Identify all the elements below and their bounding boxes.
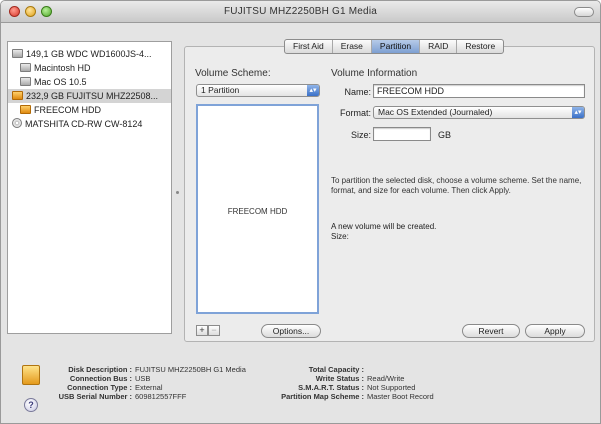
disk-description-value: FUJITSU MHZ2250BH G1 Media — [135, 365, 246, 374]
volume-layout-label: FREECOM HDD — [227, 207, 288, 216]
volume-layout-box[interactable]: FREECOM HDD — [196, 104, 319, 314]
connection-bus-label: Connection Bus : — [69, 374, 132, 383]
external-disk-icon — [22, 365, 40, 385]
sidebar-item-wdc-disk[interactable]: 149,1 GB WDC WD1600JS-4... — [12, 47, 171, 61]
write-status-value: Read/Write — [367, 374, 405, 383]
format-popup[interactable]: Mac OS Extended (Journaled) ▴▾ — [373, 106, 585, 119]
connection-type-value: External — [135, 383, 163, 392]
smart-status-label: S.M.A.R.T. Status : — [298, 383, 364, 392]
volume-icon — [20, 63, 31, 72]
size-unit-label: GB — [438, 130, 452, 140]
format-label: Format: — [339, 108, 371, 118]
volume-scheme-popup[interactable]: 1 Partition ▴▾ — [196, 84, 320, 97]
volume-icon — [20, 77, 31, 86]
name-label: Name: — [344, 87, 371, 97]
partition-map-value: Master Boot Record — [367, 392, 434, 401]
volume-scheme-label: Volume Scheme: — [195, 68, 271, 79]
size-label: Size: — [350, 130, 371, 140]
volume-name-field[interactable]: FREECOM HDD — [373, 84, 585, 98]
usb-serial-label: USB Serial Number : — [58, 392, 132, 401]
window-title: FUJITSU MHZ2250BH G1 Media — [223, 6, 378, 17]
usb-serial-value: 609812557FFF — [135, 392, 187, 401]
tab-bar: First Aid Erase Partition RAID Restore — [284, 39, 505, 54]
tab-restore[interactable]: Restore — [457, 40, 503, 53]
revert-button[interactable]: Revert — [462, 324, 520, 338]
popup-arrows-icon: ▴▾ — [307, 85, 319, 96]
sidebar-item-macintosh-hd[interactable]: Macintosh HD — [20, 61, 171, 75]
partition-map-label: Partition Map Scheme : — [281, 392, 364, 401]
tab-first-aid[interactable]: First Aid — [285, 40, 333, 53]
disk-description-label: Disk Description : — [68, 365, 132, 374]
external-volume-icon — [20, 105, 31, 114]
split-view-handle[interactable] — [176, 191, 179, 194]
optical-drive-icon — [12, 118, 22, 128]
toolbar-toggle-button[interactable] — [574, 7, 594, 17]
popup-arrows-icon: ▴▾ — [572, 107, 584, 118]
remove-partition-button[interactable]: − — [208, 325, 220, 336]
sidebar-item-freecom-hdd[interactable]: FREECOM HDD — [20, 103, 171, 117]
volume-information-label: Volume Information — [331, 68, 418, 79]
tab-partition[interactable]: Partition — [371, 40, 421, 53]
sidebar-item-mac-os-10-5[interactable]: Mac OS 10.5 — [20, 75, 171, 89]
disk-utility-window: FUJITSU MHZ2250BH G1 Media 149,1 GB WDC … — [0, 0, 601, 424]
tab-erase[interactable]: Erase — [333, 40, 372, 53]
size-field[interactable] — [373, 127, 431, 141]
connection-bus-value: USB — [135, 374, 151, 383]
apply-button[interactable]: Apply — [525, 324, 585, 338]
hard-disk-icon — [12, 49, 23, 58]
write-status-label: Write Status : — [315, 374, 364, 383]
sidebar-item-fujitsu-disk[interactable]: 232,9 GB FUJITSU MHZ22508... — [8, 89, 171, 103]
new-volume-text: A new volume will be created. — [331, 222, 437, 231]
sidebar-item-matshita-cd[interactable]: MATSHITA CD-RW CW-8124 — [12, 117, 171, 131]
external-disk-icon — [12, 91, 23, 100]
connection-type-label: Connection Type : — [67, 383, 132, 392]
add-partition-button[interactable]: + — [196, 325, 208, 336]
total-capacity-label: Total Capacity : — [308, 365, 364, 374]
partition-panel: Volume Scheme: 1 Partition ▴▾ FREECOM HD… — [184, 46, 595, 342]
partition-help-text: To partition the selected disk, choose a… — [331, 176, 582, 195]
size-info-label: Size: — [331, 232, 349, 241]
options-button[interactable]: Options... — [261, 324, 321, 338]
tab-raid[interactable]: RAID — [420, 40, 458, 53]
title-bar: FUJITSU MHZ2250BH G1 Media — [1, 1, 600, 23]
smart-status-value: Not Supported — [367, 383, 416, 392]
help-button[interactable]: ? — [24, 398, 38, 412]
disk-list-sidebar[interactable]: 149,1 GB WDC WD1600JS-4... Macintosh HD … — [7, 41, 172, 334]
